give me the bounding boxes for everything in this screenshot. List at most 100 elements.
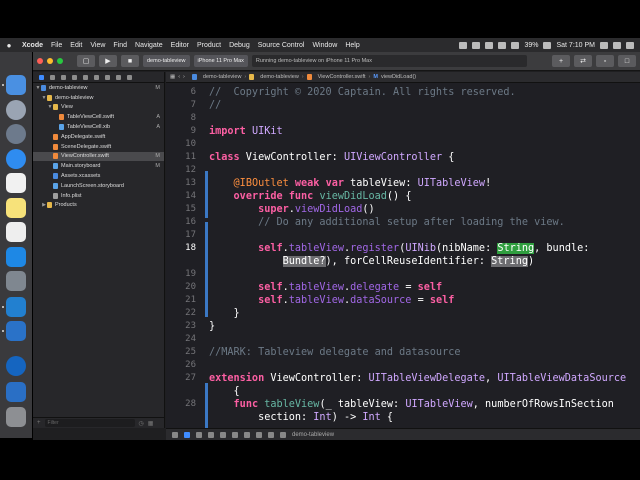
line-number[interactable]: 20 [166,281,196,294]
breadcrumb-group[interactable]: demo-tableview [260,74,299,80]
tree-item-file[interactable]: AppDelegate.swift [33,132,164,142]
vscode-icon[interactable] [6,297,26,317]
code-text[interactable]: import UIKit [209,125,283,138]
tree-item-file[interactable]: TableViewCell.swift A [33,112,164,122]
find-icon[interactable] [72,74,77,80]
code-line[interactable]: 26 [166,359,640,372]
hide-debug-icon[interactable]: ▫ [596,55,614,67]
menu-find[interactable]: Find [109,42,131,49]
system-preferences-icon[interactable] [6,271,26,291]
code-line[interactable]: 8 [166,112,640,125]
code-text[interactable]: { [209,385,240,398]
xcode-icon[interactable] [6,321,26,341]
device-selector[interactable]: iPhone 11 Pro Max [193,55,248,67]
clock[interactable]: Sat 7:10 PM [556,42,595,49]
code-line[interactable]: 13 @IBOutlet weak var tableView: UITable… [166,177,640,190]
scheme-selector[interactable]: demo-tableview [143,55,190,67]
line-number[interactable]: 6 [166,86,196,99]
hide-navigator-icon[interactable]: ▢ [77,55,95,67]
code-text[interactable]: self.tableView.dataSource = self [209,294,454,307]
line-number[interactable]: 27 [166,372,196,385]
location-icon[interactable] [280,431,286,438]
source-control-icon[interactable] [50,74,55,80]
menu-file[interactable]: File [47,42,66,49]
downloads-icon[interactable] [6,382,26,402]
airplay-icon[interactable] [472,41,481,49]
line-number[interactable]: 12 [166,164,196,177]
breakpoints-toggle-icon[interactable] [184,431,190,438]
environment-icon[interactable] [268,431,274,438]
battery-percent[interactable]: 39% [524,42,538,49]
tree-item-project[interactable]: ▼ demo-tableview M [33,83,164,93]
memory-graph-icon[interactable] [256,431,262,438]
breakpoint-icon[interactable] [116,74,121,80]
menu-edit[interactable]: Edit [66,42,86,49]
code-line[interactable]: 14 override func viewDidLoad() { [166,190,640,203]
code-text[interactable]: func tableView(_ tableView: UITableView,… [209,398,614,411]
code-area[interactable]: 6 // Copyright © 2020 Captain. All rights… [166,83,640,428]
line-number[interactable]: 24 [166,333,196,346]
code-text[interactable]: class ViewController: UIViewController { [209,151,454,164]
forward-icon[interactable]: › [183,74,185,80]
tree-item-file[interactable]: Main.storyboard M [33,161,164,171]
line-number[interactable]: 23 [166,320,196,333]
hide-inspector-icon[interactable]: □ [618,55,636,67]
source-editor[interactable]: ▦ ‹ › demo-tableview › demo-tableview › … [166,72,640,428]
code-line[interactable]: 19 [166,268,640,281]
notes-icon[interactable] [6,198,26,218]
tree-item-file[interactable]: LaunchScreen.storyboard [33,181,164,191]
line-number[interactable]: 19 [166,268,196,281]
code-line[interactable]: 16 // Do any additional setup after load… [166,216,640,229]
tree-item-view-folder[interactable]: ▼ View [33,103,164,113]
app-store-icon[interactable] [6,247,26,267]
line-number[interactable]: 22 [166,307,196,320]
code-review-icon[interactable]: ⇄ [574,55,592,67]
debug-target[interactable]: demo-tableview [292,432,334,438]
control-center-icon[interactable] [626,41,634,49]
back-icon[interactable]: ‹ [178,74,180,80]
line-number[interactable]: 11 [166,151,196,164]
line-number[interactable]: 14 [166,190,196,203]
code-line[interactable]: 22 } [166,307,640,320]
launchpad-icon[interactable] [6,124,26,144]
zoom-button[interactable] [57,58,63,64]
line-number[interactable]: 28 [166,398,196,411]
step-in-icon[interactable] [220,431,226,438]
tree-item-file[interactable]: TableViewCell.xib A [33,122,164,132]
menu-source-control[interactable]: Source Control [254,42,309,49]
code-line[interactable]: 12 [166,164,640,177]
code-line[interactable]: 6 // Copyright © 2020 Captain. All rights… [166,86,640,99]
line-number[interactable]: 10 [166,138,196,151]
test-icon[interactable] [94,74,99,80]
stop-icon[interactable]: ■ [121,55,139,67]
code-text[interactable]: self.tableView.delegate = self [209,281,442,294]
code-line[interactable]: 27 extension ViewController: UITableViewD… [166,372,640,385]
line-number[interactable]: 13 [166,177,196,190]
related-items-icon[interactable]: ▦ [170,74,175,80]
line-number[interactable]: 25 [166,346,196,359]
code-line[interactable]: 28 func tableView(_ tableView: UITableVi… [166,398,640,411]
code-line[interactable]: 20 self.tableView.delegate = self [166,281,640,294]
tree-item-products[interactable]: ▶ Products [33,201,164,211]
code-text[interactable]: @IBOutlet weak var tableView: UITableVie… [209,177,492,190]
menu-view[interactable]: View [86,42,109,49]
breadcrumb-file[interactable]: ViewController.swift [318,74,366,80]
code-text[interactable]: // Do any additional setup after loading… [209,216,565,229]
tree-item-file[interactable]: SceneDelegate.swift [33,142,164,152]
code-line[interactable]: 25 //MARK: Tableview delegate and datasou… [166,346,640,359]
code-text[interactable]: self.tableView.register(UINib(nibName: S… [209,242,589,255]
line-number[interactable]: 15 [166,203,196,216]
menu-product[interactable]: Product [193,42,225,49]
finder-icon[interactable] [6,75,26,95]
safari-icon[interactable] [6,149,26,169]
code-text[interactable]: Bundle?), forCellReuseIdentifier: String… [209,255,534,268]
line-number[interactable]: 8 [166,112,196,125]
symbol-icon[interactable] [61,74,66,80]
line-number[interactable]: 26 [166,359,196,372]
bluetooth-icon[interactable] [485,41,494,49]
issue-icon[interactable] [83,74,88,80]
filter-input[interactable]: Filter [44,419,135,427]
debug-area-toggle-icon[interactable] [172,431,178,438]
calendar-icon[interactable] [6,173,26,193]
pause-icon[interactable] [196,431,202,438]
